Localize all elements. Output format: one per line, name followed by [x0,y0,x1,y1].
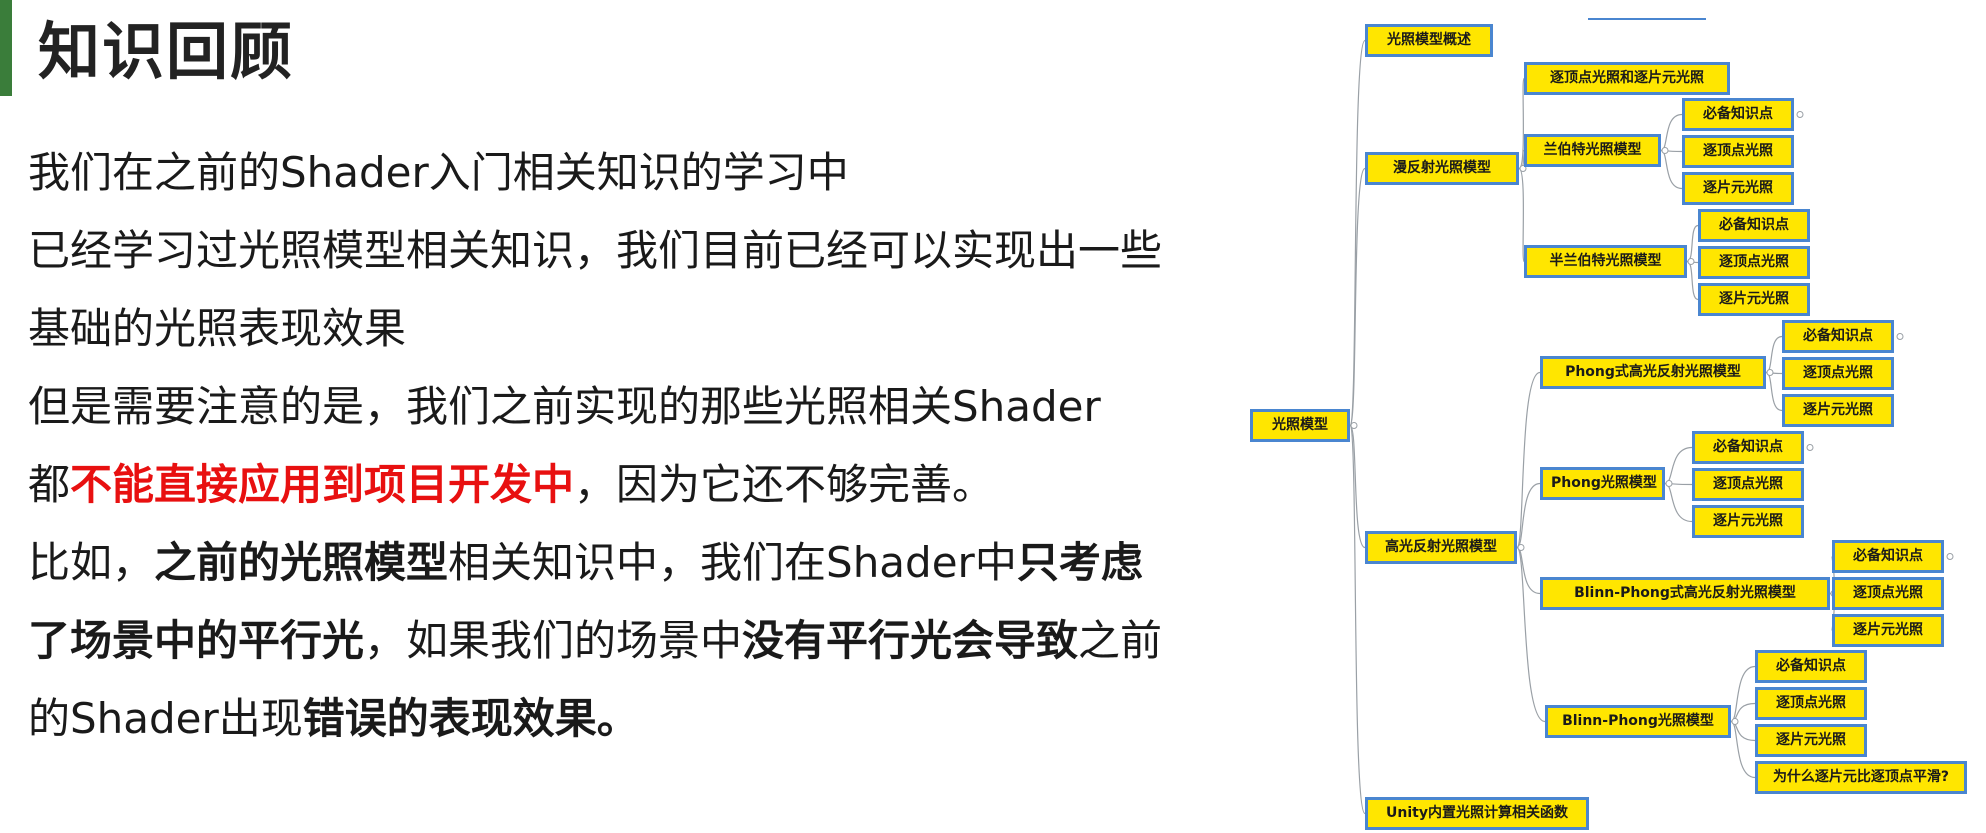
mindmap-connector [1516,482,1541,549]
mindmap-connector [1660,149,1683,190]
page-title: 知识回顾 [38,15,295,88]
body-line: 已经学习过光照模型相关知识，我们目前已经可以实现出一些 [28,212,1218,290]
mindmap-node-bp3[interactable]: 逐片元光照 [1755,724,1867,757]
mindmap-node-pr[interactable]: Phong式高光反射光照模型 [1540,356,1766,389]
mindmap-node-bp[interactable]: Blinn-Phong光照模型 [1545,705,1731,738]
expand-toggle-icon[interactable] [1896,333,1904,340]
expand-toggle-icon[interactable] [1796,111,1804,118]
bold-text: 没有平行光会导致 [742,616,1079,665]
body-line: 都不能直接应用到项目开发中，因为它还不够完善。 [28,446,1218,524]
body-text-segment: 相关知识中，我们在Shader中 [448,538,1017,587]
bold-text: 之前的光照模型 [154,538,449,587]
mindmap-connector [1664,482,1693,523]
body-text-segment: 基础的光照表现效果 [28,304,407,353]
highlight-red-text: 不能直接应用到项目开发中 [70,460,575,509]
body-text-segment: 的Shader出现 [28,694,303,743]
mindmap-node-pr3[interactable]: 逐片元光照 [1782,394,1894,427]
collapse-toggle-icon[interactable] [1517,544,1525,551]
bold-text: 只考虑 [1016,538,1143,587]
mindmap-node-ph2[interactable]: 逐顶点光照 [1692,468,1804,501]
mindmap-node-bpr1[interactable]: 必备知识点 [1832,540,1944,573]
body-text-segment: ，如果我们的场景中 [364,616,743,665]
mindmap-connector [1660,113,1683,152]
bold-text: 错误的表现效果。 [302,694,639,743]
body-text-segment: 但是需要注意的是，我们之前实现的那些光照相关Shader [28,382,1101,431]
collapse-toggle-icon[interactable] [1687,258,1695,265]
mindmap-node-l3[interactable]: 逐片元光照 [1682,172,1794,205]
mindmap-node-ov[interactable]: 光照模型概述 [1365,24,1493,57]
body-text-segment: 都 [28,460,71,509]
mindmap-connector [1349,167,1366,427]
collapse-toggle-icon[interactable] [1665,480,1673,487]
mindmap-node-ph1[interactable]: 必备知识点 [1692,431,1804,464]
mindmap-node-bp1[interactable]: 必备知识点 [1755,650,1867,683]
header-rule [1588,18,1706,20]
mindmap: 光照模型 光照模型概述 漫反射光照模型 逐顶点光照和逐片元光照 兰伯特光照模型 必备知识点… [1240,0,1986,833]
mindmap-node-bpr[interactable]: Blinn-Phong式高光反射光照模型 [1540,577,1830,610]
expand-toggle-icon[interactable] [1806,444,1814,451]
body-line: 基础的光照表现效果 [28,290,1218,368]
mindmap-connector [1516,546,1546,723]
mindmap-node-hl[interactable]: 半兰伯特光照模型 [1524,245,1687,278]
mindmap-node-h3[interactable]: 逐片元光照 [1698,283,1810,316]
body-text-segment: 之前 [1078,616,1163,665]
collapse-toggle-icon[interactable] [1766,369,1774,376]
mindmap-node-l2[interactable]: 逐顶点光照 [1682,135,1794,168]
mindmap-connector [1730,665,1756,723]
body-text-segment: 比如， [28,538,155,587]
body-line: 的Shader出现错误的表现效果。 [28,680,1218,758]
bold-text: 了场景中的平行光 [28,616,365,665]
body-text: 我们在之前的Shader入门相关知识的学习中已经学习过光照模型相关知识，我们目前… [28,134,1218,758]
body-line: 我们在之前的Shader入门相关知识的学习中 [28,134,1218,212]
mindmap-node-ph3[interactable]: 逐片元光照 [1692,505,1804,538]
mindmap-node-ph[interactable]: Phong光照模型 [1540,467,1665,500]
mindmap-node-pr2[interactable]: 逐顶点光照 [1782,357,1894,390]
mindmap-node-h2[interactable]: 逐顶点光照 [1698,246,1810,279]
mindmap-connector [1730,720,1756,779]
title-accent-bar [0,0,12,96]
mindmap-connector [1516,371,1541,549]
collapse-toggle-icon[interactable] [1350,422,1358,429]
collapse-toggle-icon[interactable] [1661,147,1669,154]
mindmap-node-bpr3[interactable]: 逐片元光照 [1832,614,1944,647]
mindmap-node-lam[interactable]: 兰伯特光照模型 [1524,134,1661,167]
collapse-toggle-icon[interactable] [1731,718,1739,725]
mindmap-node-pvp[interactable]: 逐顶点光照和逐片元光照 [1524,62,1730,95]
body-text-segment: ，因为它还不够完善。 [574,460,995,509]
mindmap-node-h1[interactable]: 必备知识点 [1698,209,1810,242]
body-line: 比如，之前的光照模型相关知识中，我们在Shader中只考虑 [28,524,1218,602]
mindmap-node-l1[interactable]: 必备知识点 [1682,98,1794,131]
mindmap-node-bp2[interactable]: 逐顶点光照 [1755,687,1867,720]
mindmap-node-root[interactable]: 光照模型 [1250,409,1350,442]
mindmap-connector [1664,446,1693,485]
mindmap-node-uni[interactable]: Unity内置光照计算相关函数 [1365,797,1589,830]
mindmap-connector [1349,424,1366,815]
mindmap-node-dif[interactable]: 漫反射光照模型 [1365,152,1519,185]
mindmap-node-pr1[interactable]: 必备知识点 [1782,320,1894,353]
mindmap-node-bpr2[interactable]: 逐顶点光照 [1832,577,1944,610]
mindmap-node-spc[interactable]: 高光反射光照模型 [1365,531,1517,564]
mindmap-connector [1686,224,1699,263]
mindmap-node-bp4[interactable]: 为什么逐片元比逐顶点平滑? [1755,761,1967,794]
body-line: 了场景中的平行光，如果我们的场景中没有平行光会导致之前 [28,602,1218,680]
body-text-segment: 我们在之前的Shader入门相关知识的学习中 [28,148,849,197]
body-line: 但是需要注意的是，我们之前实现的那些光照相关Shader [28,368,1218,446]
mindmap-connector [1765,335,1783,374]
mindmap-connector [1686,260,1699,301]
expand-toggle-icon[interactable] [1946,553,1954,560]
body-text-segment: 已经学习过光照模型相关知识，我们目前已经可以实现出一些 [28,226,1163,275]
mindmap-connector [1765,371,1783,412]
